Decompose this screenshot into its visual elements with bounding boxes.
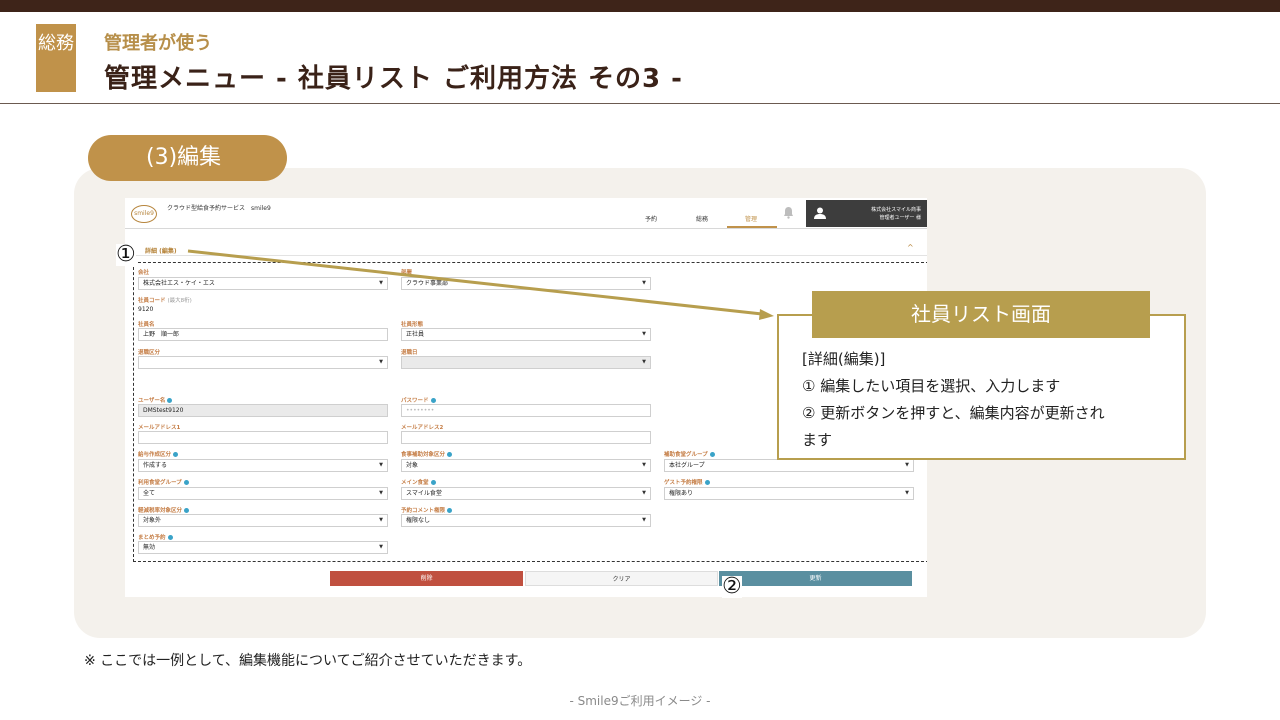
- retire-date-input: ▼: [401, 356, 651, 369]
- chevron-down-icon: ▼: [379, 490, 383, 496]
- username-label: ユーザー名: [138, 396, 173, 404]
- callout-title: 社員リスト画面: [812, 291, 1150, 338]
- comment-permission-label: 予約コメント権限: [401, 506, 453, 514]
- guest-permission-label: ゲスト予約権限: [664, 478, 710, 486]
- email2-label: メールアドレス2: [401, 425, 444, 431]
- chevron-down-icon: ▼: [642, 359, 646, 365]
- help-icon[interactable]: [183, 480, 189, 485]
- help-icon[interactable]: [430, 398, 436, 403]
- help-icon[interactable]: [709, 452, 715, 457]
- user-name: 株式会社スマイル商事 管理者ユーザー 様: [871, 207, 921, 221]
- page-title: 管理メニュー - 社員リスト ご利用方法 その3 -: [104, 64, 683, 94]
- chevron-down-icon: ▼: [379, 359, 383, 365]
- nav-item-general[interactable]: 総務: [696, 214, 708, 223]
- help-icon[interactable]: [447, 452, 453, 457]
- update-button[interactable]: 更新: [719, 571, 912, 586]
- main-cafeteria-label: メイン食堂: [401, 478, 436, 486]
- nav-active-indicator: [727, 226, 777, 228]
- top-bar: [0, 0, 1280, 12]
- meal-subsidy-select[interactable]: 対象 ▼: [401, 459, 651, 472]
- help-icon[interactable]: [430, 480, 436, 485]
- chevron-down-icon: ▼: [379, 462, 383, 468]
- salary-type-select[interactable]: 作成する ▼: [138, 459, 388, 472]
- detail-divider: [133, 255, 927, 256]
- footer-caption: - Smile9ご利用イメージ -: [569, 694, 711, 708]
- email2-input[interactable]: [401, 431, 651, 444]
- chevron-down-icon: ▼: [379, 544, 383, 550]
- service-name: クラウド型給食予約サービス smile9: [167, 205, 271, 212]
- chevron-down-icon: ▼: [905, 490, 909, 496]
- employee-name-label: 社員名: [138, 322, 155, 328]
- help-icon[interactable]: [447, 508, 453, 513]
- retire-type-select[interactable]: ▼: [138, 356, 388, 369]
- company-select[interactable]: 株式会社エス・ケイ・エス ▼: [138, 277, 388, 290]
- help-icon[interactable]: [167, 398, 173, 403]
- cafeteria-group-select[interactable]: 全て ▼: [138, 487, 388, 500]
- comment-permission-select[interactable]: 権限なし ▼: [401, 514, 651, 527]
- bell-icon[interactable]: [783, 206, 794, 219]
- help-icon[interactable]: [184, 508, 190, 513]
- main-cafeteria-select[interactable]: スマイル食堂 ▼: [401, 487, 651, 500]
- page-subtitle: 管理者が使う: [104, 33, 212, 54]
- bulk-reserve-label: まとめ予約: [138, 533, 173, 541]
- cafeteria-group-label: 利用食堂グループ: [138, 478, 189, 486]
- chevron-down-icon: ▼: [642, 517, 646, 523]
- app-header: smile9 クラウド型給食予約サービス smile9 予約 総務 管理 株式会…: [125, 198, 927, 229]
- meal-subsidy-label: 食事補助対象区分: [401, 450, 453, 458]
- employee-code-label: 社員コード (最大8桁): [138, 298, 192, 304]
- help-icon[interactable]: [173, 452, 179, 457]
- department-label: 部署: [401, 270, 413, 276]
- email1-input[interactable]: [138, 431, 388, 444]
- employee-name-input[interactable]: 上野 順一郎: [138, 328, 388, 341]
- help-icon[interactable]: [167, 535, 173, 540]
- chevron-up-icon[interactable]: ^: [907, 243, 914, 252]
- guest-permission-select[interactable]: 権限あり ▼: [664, 487, 914, 500]
- chevron-down-icon: ▼: [642, 331, 646, 337]
- chevron-down-icon: ▼: [379, 517, 383, 523]
- nav-item-reserve[interactable]: 予約: [645, 214, 657, 223]
- company-label: 会社: [138, 270, 150, 276]
- detail-heading[interactable]: 詳細 (編集): [145, 246, 177, 255]
- user-menu[interactable]: 株式会社スマイル商事 管理者ユーザー 様: [806, 200, 927, 227]
- chevron-down-icon: ▼: [642, 490, 646, 496]
- chevron-down-icon: ▼: [642, 280, 646, 286]
- password-input[interactable]: ••••••••: [401, 404, 651, 417]
- chevron-down-icon: ▼: [379, 280, 383, 286]
- category-badge: 総務: [36, 24, 76, 92]
- section-label: (3)編集: [88, 135, 287, 181]
- reduced-tax-select[interactable]: 対象外 ▼: [138, 514, 388, 527]
- employment-type-label: 社員形態: [401, 322, 424, 328]
- retire-date-label: 退職日: [401, 350, 418, 356]
- subsidy-group-label: 補助食堂グループ: [664, 450, 715, 458]
- department-select[interactable]: クラウド事業部 ▼: [401, 277, 651, 290]
- email1-label: メールアドレス1: [138, 425, 181, 431]
- subsidy-group-select[interactable]: 本社グループ ▼: [664, 459, 914, 472]
- chevron-down-icon: ▼: [642, 462, 646, 468]
- nav-item-admin[interactable]: 管理: [745, 214, 757, 223]
- header-divider: [0, 103, 1280, 104]
- employment-type-select[interactable]: 正社員 ▼: [401, 328, 651, 341]
- reduced-tax-label: 軽減税率対象区分: [138, 506, 190, 514]
- step-marker-1: ①: [116, 242, 136, 267]
- username-input: DMStest9120: [138, 404, 388, 417]
- password-label: パスワード: [401, 396, 436, 404]
- user-icon: [814, 207, 826, 219]
- step-marker-2: ②: [722, 574, 742, 599]
- employee-code-value: 9120: [138, 306, 154, 313]
- retire-type-label: 退職区分: [138, 350, 161, 356]
- clear-button[interactable]: クリア: [525, 571, 718, 586]
- delete-button[interactable]: 削除: [330, 571, 523, 586]
- help-icon[interactable]: [704, 480, 710, 485]
- chevron-down-icon: ▼: [905, 462, 909, 468]
- bulk-reserve-select[interactable]: 無効 ▼: [138, 541, 388, 554]
- app-logo: smile9: [131, 205, 157, 223]
- salary-type-label: 給与作成区分: [138, 450, 179, 458]
- footnote: ※ ここでは一例として、編集機能についてご紹介させていただきます。: [84, 653, 532, 669]
- callout-body: [詳細(編集)] ① 編集したい項目を選択、入力します ② 更新ボタンを押すと、…: [802, 350, 1105, 449]
